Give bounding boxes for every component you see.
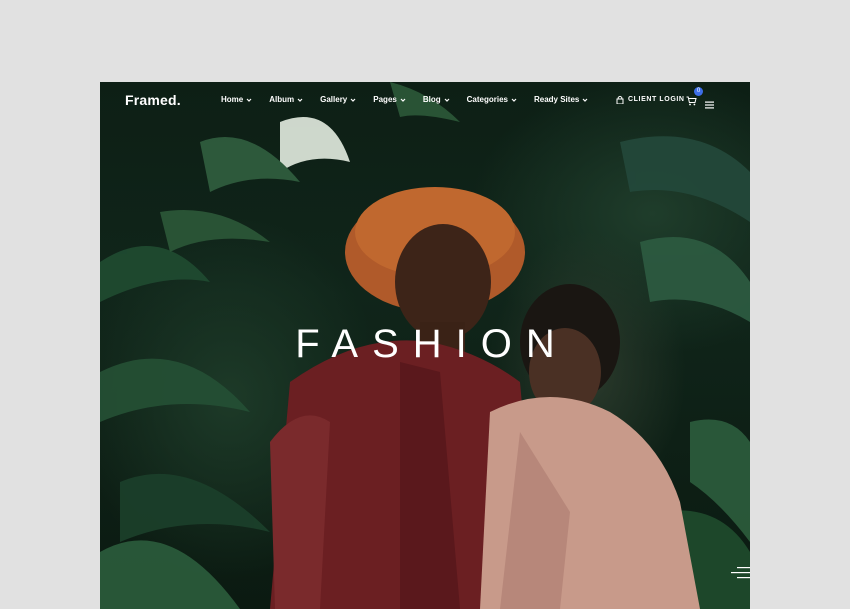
nav-item-label: Blog [422, 95, 441, 104]
nav-item-gallery[interactable]: Gallery [320, 95, 357, 104]
nav-item-ready-sites[interactable]: Ready Sites [534, 95, 589, 104]
chevron-down-icon [297, 98, 303, 102]
nav-item-categories[interactable]: Categories [467, 95, 518, 104]
chevron-down-icon [350, 98, 356, 102]
cart-count-badge: 0 [694, 87, 703, 96]
nav-item-blog[interactable]: Blog [423, 95, 451, 104]
client-login-label: CLIENT LOGIN [628, 96, 685, 103]
chevron-down-icon [511, 98, 517, 102]
nav-item-label: Album [269, 95, 295, 104]
hero-title: FASHION [295, 322, 569, 366]
chevron-down-icon [444, 98, 450, 102]
site-logo[interactable]: Framed. [125, 92, 181, 108]
nav-item-label: Home [221, 95, 244, 104]
menu-button[interactable] [705, 96, 714, 114]
nav-item-label: Pages [373, 95, 397, 104]
nav-item-home[interactable]: Home [221, 95, 253, 104]
nav-item-album[interactable]: Album [269, 95, 304, 104]
site-header: Framed. Home Album Gallery Pages Blog Ca… [100, 82, 750, 120]
nav-item-label: Categories [466, 95, 508, 104]
side-menu-icon [731, 567, 750, 579]
website-preview: Framed. Home Album Gallery Pages Blog Ca… [100, 82, 750, 609]
chevron-down-icon [400, 98, 406, 102]
cart-button[interactable]: 0 [686, 87, 703, 111]
nav-item-label: Gallery [320, 95, 348, 104]
chevron-down-icon [246, 98, 252, 102]
chevron-down-icon [582, 98, 588, 102]
lock-icon [616, 95, 624, 104]
cart-icon [686, 96, 697, 106]
nav-item-pages[interactable]: Pages [373, 95, 407, 104]
side-menu-toggle[interactable] [731, 566, 750, 587]
client-login-link[interactable]: CLIENT LOGIN [616, 95, 685, 104]
nav-item-label: Ready Sites [533, 95, 580, 104]
main-menu: Home Album Gallery Pages Blog Categories [221, 95, 605, 104]
menu-icon [705, 101, 714, 109]
